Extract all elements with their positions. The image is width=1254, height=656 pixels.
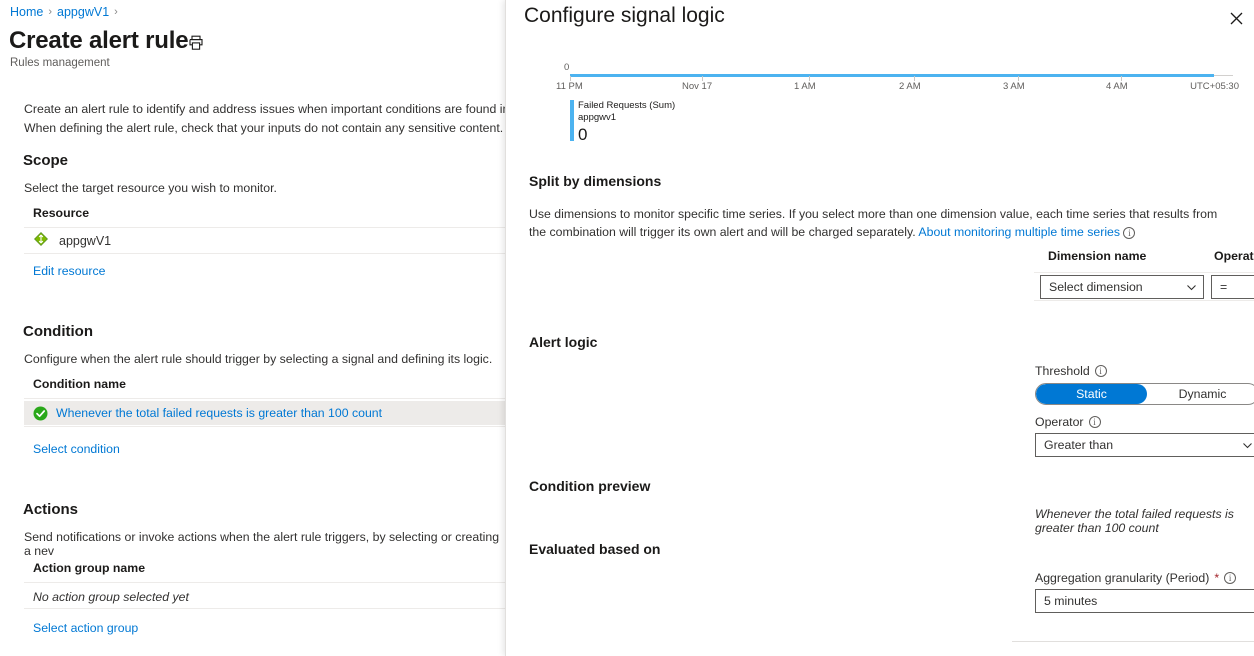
- select-action-group-link[interactable]: Select action group: [33, 621, 138, 635]
- condition-preview-text: Whenever the total failed requests is gr…: [1035, 507, 1234, 535]
- condition-heading: Condition: [23, 323, 93, 340]
- column-header-dimension-name: Dimension name: [1048, 249, 1147, 263]
- condition-description: Configure when the alert rule should tri…: [24, 352, 493, 366]
- condition-name-text[interactable]: Whenever the total failed requests is gr…: [56, 406, 382, 420]
- chart-tick-label: 2 AM: [899, 81, 921, 92]
- threshold-type-toggle[interactable]: Static Dynamic: [1035, 383, 1254, 405]
- breadcrumb-item-resource[interactable]: appgwV1: [57, 5, 109, 19]
- threshold-option-dynamic[interactable]: Dynamic: [1147, 384, 1254, 404]
- page-title: Create alert rule: [9, 27, 189, 54]
- divider: [24, 227, 505, 228]
- dimension-name-dropdown[interactable]: Select dimension: [1040, 275, 1204, 299]
- operator-label-group: Operator i: [1035, 415, 1101, 429]
- footer-divider: [1012, 641, 1254, 642]
- split-by-dimensions-description: Use dimensions to monitor specific time …: [529, 205, 1229, 241]
- condition-row[interactable]: Whenever the total failed requests is gr…: [24, 401, 505, 425]
- flyout-title: Configure signal logic: [524, 4, 725, 27]
- close-icon[interactable]: [1223, 5, 1249, 31]
- page-subtitle: Rules management: [10, 57, 110, 69]
- print-icon[interactable]: [187, 34, 205, 52]
- condition-column-header: Condition name: [33, 377, 126, 391]
- configure-signal-logic-flyout: Configure signal logic 0 11 PM Nov 17 1 …: [505, 0, 1254, 656]
- threshold-label: Threshold: [1035, 364, 1090, 378]
- chart-timezone-label: UTC+05:30: [1190, 81, 1239, 92]
- green-check-icon: [33, 406, 48, 421]
- select-condition-link[interactable]: Select condition: [33, 442, 120, 456]
- operator-dropdown[interactable]: =: [1211, 275, 1254, 299]
- condition-preview-heading: Condition preview: [529, 478, 651, 494]
- chart-legend-color-swatch: [570, 100, 574, 141]
- alert-logic-heading: Alert logic: [529, 334, 598, 350]
- actions-column-header: Action group name: [33, 561, 146, 575]
- resource-row[interactable]: appgwV1: [33, 231, 111, 250]
- chart-legend-value: 0: [578, 125, 588, 144]
- chart-tick-label: 11 PM: [556, 81, 583, 92]
- scope-heading: Scope: [23, 152, 69, 169]
- chevron-down-icon: [1186, 282, 1197, 293]
- divider: [1034, 300, 1254, 301]
- chart-legend-series-name: Failed Requests (Sum): [578, 100, 676, 111]
- no-action-group-text: No action group selected yet: [33, 590, 189, 604]
- divider: [24, 398, 505, 399]
- breadcrumb-separator-icon: ›: [48, 6, 53, 18]
- alert-operator-value: Greater than: [1044, 438, 1114, 452]
- breadcrumb-separator-icon: ›: [114, 6, 118, 18]
- required-asterisk: *: [1214, 571, 1220, 585]
- divider: [24, 582, 505, 583]
- chart-legend-resource: appgwv1: [578, 112, 617, 123]
- breadcrumb-item-home[interactable]: Home: [10, 5, 43, 19]
- scope-description: Select the target resource you wish to m…: [24, 181, 277, 195]
- edit-resource-link[interactable]: Edit resource: [33, 264, 105, 278]
- aggregation-granularity-label: Aggregation granularity (Period): [1035, 571, 1210, 585]
- chart-series-line: [570, 74, 1214, 77]
- divider: [1034, 272, 1254, 273]
- application-gateway-icon: [33, 231, 49, 250]
- chart-tick-label: 1 AM: [794, 81, 816, 92]
- chart-y-max-label: 0: [564, 62, 570, 73]
- threshold-option-static[interactable]: Static: [1036, 384, 1147, 404]
- about-monitoring-multiple-time-series-link[interactable]: About monitoring multiple time series: [918, 225, 1120, 239]
- metric-chart: 0 11 PM Nov 17 1 AM 2 AM 3 AM 4 AM UTC+0…: [529, 62, 1239, 147]
- blade-description-line-1: Create an alert rule to identify and add…: [24, 102, 505, 116]
- azure-portal-page: Home › appgwV1 › Create alert rule Rules…: [0, 0, 1254, 656]
- aggregation-granularity-label-group: Aggregation granularity (Period) * i: [1035, 571, 1237, 585]
- blade-description: Create an alert rule to identify and add…: [24, 100, 505, 138]
- info-icon[interactable]: i: [1088, 416, 1101, 428]
- chart-tick-label: Nov 17: [682, 81, 713, 92]
- resource-name: appgwV1: [59, 233, 112, 248]
- info-icon[interactable]: i: [1123, 226, 1136, 239]
- breadcrumb: Home › appgwV1 ›: [10, 5, 118, 19]
- chart-tick-label: 4 AM: [1106, 81, 1128, 92]
- chevron-down-icon: [1242, 440, 1253, 451]
- blade-description-line-2: When defining the alert rule, check that…: [24, 121, 504, 135]
- actions-heading: Actions: [23, 501, 79, 518]
- split-by-dimensions-heading: Split by dimensions: [529, 173, 662, 189]
- create-alert-rule-blade: Home › appgwV1 › Create alert rule Rules…: [0, 0, 505, 656]
- column-header-operator: Operator: [1214, 249, 1254, 263]
- split-description-line-2: combination will trigger its own alert a…: [549, 225, 916, 239]
- info-icon[interactable]: i: [1094, 365, 1107, 377]
- dimension-name-value: Select dimension: [1049, 280, 1143, 294]
- actions-description: Send notifications or invoke actions whe…: [24, 530, 500, 558]
- evaluated-based-on-heading: Evaluated based on: [529, 541, 661, 557]
- divider: [24, 426, 505, 427]
- chart-tick-label: 3 AM: [1003, 81, 1025, 92]
- aggregation-granularity-value: 5 minutes: [1044, 594, 1098, 608]
- operator-label: Operator: [1035, 415, 1084, 429]
- chart-legend: Failed Requests (Sum) appgwv1 0: [570, 100, 675, 144]
- aggregation-granularity-dropdown[interactable]: 5 minutes: [1035, 589, 1254, 613]
- info-icon[interactable]: i: [1224, 572, 1237, 584]
- divider: [24, 253, 505, 254]
- alert-operator-dropdown[interactable]: Greater than: [1035, 433, 1254, 457]
- scope-column-header: Resource: [33, 206, 90, 220]
- threshold-label-group: Threshold i: [1035, 364, 1107, 378]
- divider: [24, 608, 505, 609]
- operator-value: =: [1220, 280, 1228, 294]
